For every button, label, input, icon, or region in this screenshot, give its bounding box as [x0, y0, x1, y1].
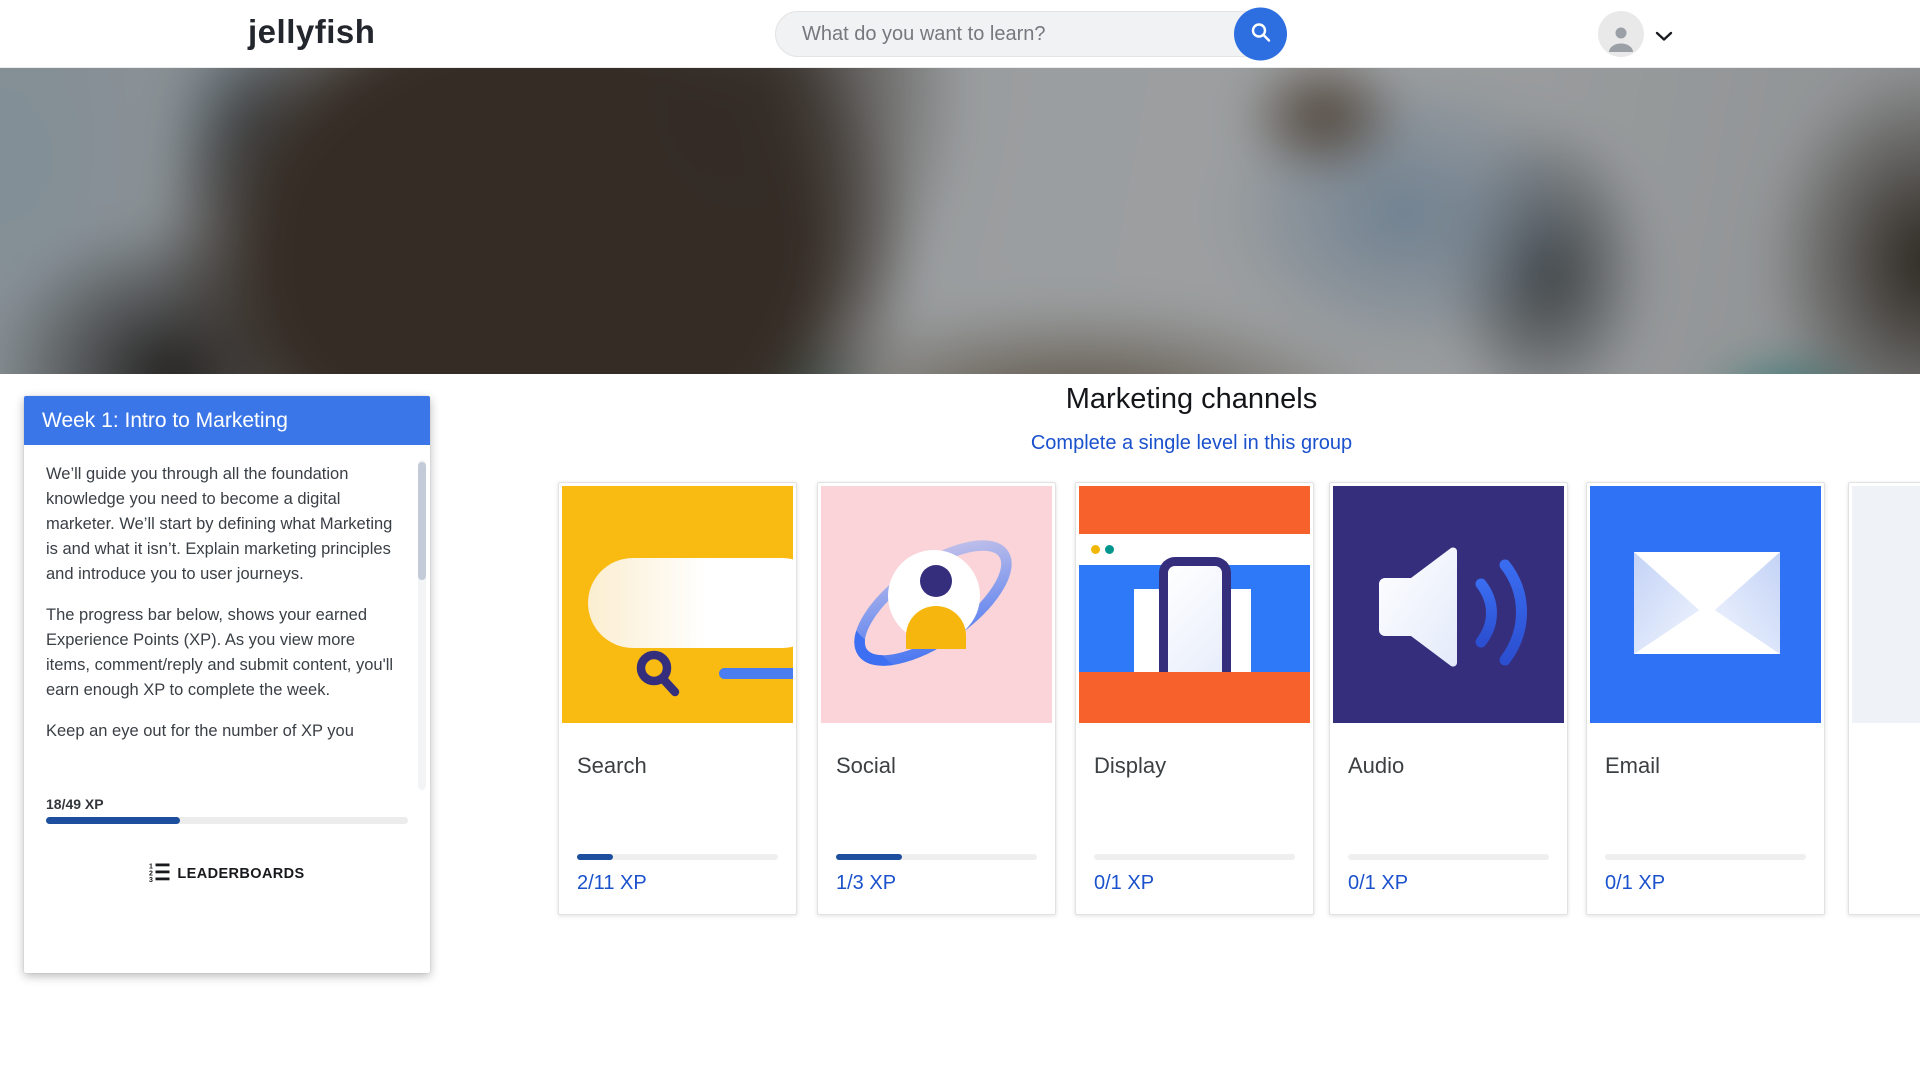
leaderboards-label: LEADERBOARDS	[177, 866, 304, 882]
search-button[interactable]	[1234, 8, 1287, 61]
search-bar-graphic	[588, 558, 793, 648]
week-card-scrollbar-thumb[interactable]	[418, 462, 426, 580]
channel-progress-bar	[577, 854, 778, 860]
user-avatar-icon	[1606, 24, 1636, 57]
channel-progress-bar	[1094, 854, 1295, 860]
channel-xp-label: 1/3 XP	[836, 872, 896, 895]
channels-group-requirement-link[interactable]: Complete a single level in this group	[558, 432, 1825, 455]
week-summary-card: Week 1: Intro to Marketing We’ll guide y…	[24, 396, 430, 973]
week-card-title: Week 1: Intro to Marketing	[24, 396, 430, 445]
channel-card-label: Display	[1094, 753, 1166, 779]
search-bar	[775, 11, 1283, 57]
speaker-icon	[1333, 710, 1564, 723]
envelope-icon	[1590, 710, 1821, 723]
browser-dot-teal	[1105, 545, 1114, 554]
phone-outline-icon	[1159, 557, 1231, 672]
jellyfish-logo[interactable]: jellyfish	[248, 13, 375, 51]
channel-card-search[interactable]: Search 2/11 XP	[558, 482, 797, 915]
week-xp-progress-bar	[46, 817, 408, 824]
channel-card-audio[interactable]: Audio 0/1 XP	[1329, 482, 1568, 915]
channel-progress-fill	[836, 854, 902, 860]
week-card-scrollbar-track[interactable]	[418, 460, 426, 790]
week-paragraph-3: Keep an eye out for the number of XP you	[46, 719, 398, 744]
channel-card-label: Social	[836, 753, 896, 779]
leaderboards-numbered-list-icon: 1 2 3	[149, 862, 170, 886]
channel-xp-label: 2/11 XP	[577, 872, 647, 895]
leaderboards-button[interactable]: 1 2 3 LEADERBOARDS	[24, 862, 430, 886]
channel-card-label: Search	[577, 753, 647, 779]
svg-text:1: 1	[149, 864, 153, 871]
user-avatar[interactable]	[1598, 11, 1644, 57]
channel-card-label: Email	[1605, 753, 1660, 779]
orbiting-profile-icon	[821, 710, 1052, 723]
channel-progress-bar	[1605, 854, 1806, 860]
account-menu-chevron-down-icon[interactable]	[1655, 29, 1673, 47]
search-channel-illustration	[562, 486, 793, 723]
channel-progress-fill	[577, 854, 613, 860]
channel-card-label: Audio	[1348, 753, 1404, 779]
hero-dark-overlay	[0, 68, 1920, 374]
audio-channel-illustration	[1333, 486, 1564, 723]
week-card-description: We’ll guide you through all the foundati…	[46, 462, 398, 786]
browser-dot-yellow	[1091, 545, 1100, 554]
channel-card-social[interactable]: Social 1/3 XP	[817, 482, 1056, 915]
channel-xp-label: 0/1 XP	[1094, 872, 1154, 895]
channel-card-display[interactable]: Display 0/1 XP	[1075, 482, 1314, 915]
email-channel-illustration	[1590, 486, 1821, 723]
partial-channel-illustration	[1852, 486, 1920, 723]
search-input[interactable]	[775, 11, 1283, 57]
channel-xp-label: 0/1 XP	[1348, 872, 1408, 895]
week-paragraph-1: We’ll guide you through all the foundati…	[46, 462, 398, 587]
channel-xp-label: 0/1 XP	[1605, 872, 1665, 895]
display-channel-illustration	[1079, 486, 1310, 723]
magnifier-icon	[634, 650, 686, 707]
svg-text:3: 3	[149, 877, 153, 882]
channel-card-partial[interactable]	[1848, 482, 1920, 915]
channel-card-email[interactable]: Email 0/1 XP	[1586, 482, 1825, 915]
week-paragraph-2: The progress bar below, shows your earne…	[46, 603, 398, 703]
channel-progress-bar	[836, 854, 1037, 860]
week-xp-progress-fill	[46, 817, 180, 824]
search-query-line-graphic	[719, 668, 793, 679]
channels-group-title: Marketing channels	[558, 383, 1825, 416]
social-channel-illustration	[821, 486, 1052, 723]
top-navigation-bar: jellyfish	[0, 0, 1920, 68]
channel-progress-bar	[1348, 854, 1549, 860]
channel-cards-row: Search 2/11 XP	[558, 482, 1920, 915]
search-icon	[1249, 21, 1273, 48]
hero-banner-image	[0, 68, 1920, 374]
week-xp-label: 18/49 XP	[46, 796, 408, 812]
